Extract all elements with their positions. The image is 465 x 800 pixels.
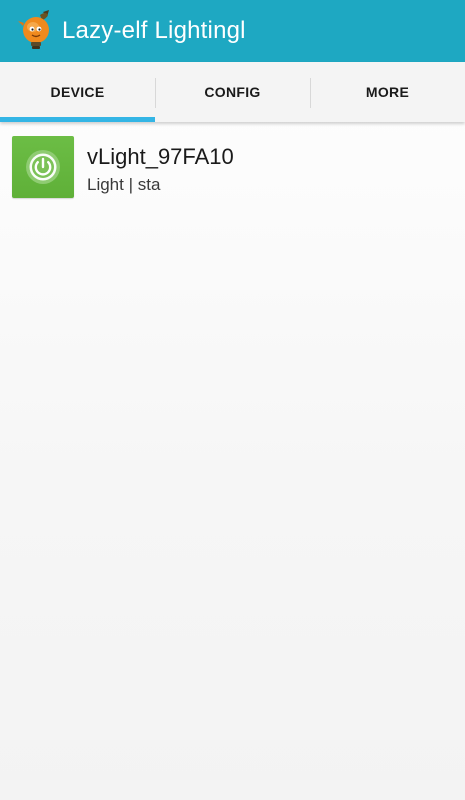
- elf-lightbulb-icon: [16, 9, 56, 51]
- power-icon: [26, 150, 60, 184]
- tab-device[interactable]: DEVICE: [0, 62, 155, 122]
- tab-more[interactable]: MORE: [310, 62, 465, 122]
- device-power-button[interactable]: [12, 136, 74, 198]
- app-title: Lazy-elf Lightingl: [62, 17, 246, 44]
- device-list-item[interactable]: vLight_97FA10 Light | sta: [0, 122, 465, 210]
- device-subtitle: Light | sta: [87, 175, 161, 194]
- device-name: vLight_97FA10: [87, 144, 234, 169]
- tab-config[interactable]: CONFIG: [155, 62, 310, 122]
- app-bar: Lazy-elf Lightingl: [0, 0, 465, 62]
- tab-bar: DEVICE CONFIG MORE: [0, 62, 465, 122]
- device-list: vLight_97FA10 Light | sta: [0, 122, 465, 210]
